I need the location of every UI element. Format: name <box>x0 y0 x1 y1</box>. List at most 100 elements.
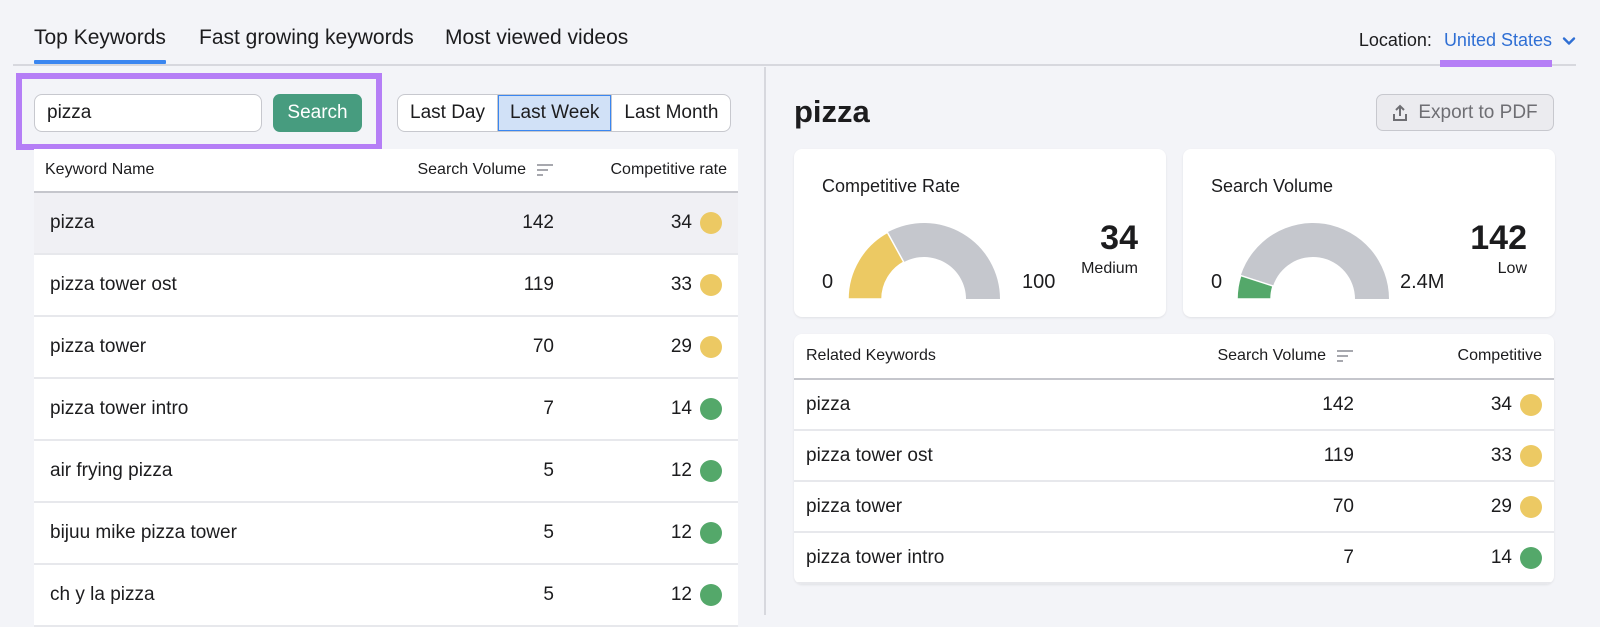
keyword-row[interactable]: pizza tower intro 7 14 <box>34 379 738 441</box>
related-keyword-row[interactable]: pizza tower intro 7 14 <box>794 533 1554 584</box>
keyword-volume: 5 <box>543 460 554 481</box>
competitive-level-dot-icon <box>700 460 722 482</box>
col-search-volume[interactable]: Search Volume <box>1154 347 1354 365</box>
related-keyword-name: pizza <box>806 393 851 415</box>
keyword-volume: 142 <box>522 212 554 233</box>
keyword-competitive: 14 <box>554 398 738 420</box>
keyword-row[interactable]: pizza tower ost 119 33 <box>34 255 738 317</box>
col-keyword-name: Keyword Name <box>45 161 155 178</box>
related-keyword-name: pizza tower ost <box>806 444 933 466</box>
keyword-name: ch y la pizza <box>50 584 155 605</box>
competitive-value: 14 <box>670 398 692 419</box>
related-keyword-row[interactable]: pizza tower 70 29 <box>794 482 1554 533</box>
competitive-value: 34 <box>1490 393 1512 415</box>
card-title: Competitive Rate <box>822 176 961 196</box>
keyword-competitive: 12 <box>554 522 738 544</box>
period-last-month[interactable]: Last Month <box>612 95 730 131</box>
keyword-row[interactable]: air frying pizza 5 12 <box>34 441 738 503</box>
keyword-row[interactable]: pizza tower 70 29 <box>34 317 738 379</box>
sort-icon[interactable] <box>536 163 554 177</box>
panel-divider <box>764 67 766 615</box>
related-keyword-volume: 119 <box>1323 444 1354 466</box>
tab-top-keywords[interactable]: Top Keywords <box>34 26 166 64</box>
competitive-level-dot-icon <box>700 522 722 544</box>
competitive-value: 29 <box>670 336 692 357</box>
col-search-volume[interactable]: Search Volume <box>374 161 554 179</box>
competitive-value: 33 <box>670 274 692 295</box>
location-selector[interactable]: Location: United States <box>1358 30 1576 67</box>
card-title: Search Volume <box>1211 176 1334 196</box>
gauge-min: 0 <box>822 271 834 293</box>
tab-fast-growing-keywords[interactable]: Fast growing keywords <box>199 26 414 50</box>
keyword-row[interactable]: ch y la pizza 5 12 <box>34 565 738 627</box>
chevron-down-icon[interactable] <box>1562 34 1576 48</box>
keyword-volume: 7 <box>543 398 554 419</box>
search-volume-gauge <box>1236 222 1389 299</box>
gauge-value: 34 <box>1100 219 1138 257</box>
period-last-week[interactable]: Last Week <box>497 95 613 131</box>
keyword-volume: 5 <box>543 522 554 543</box>
competitive-level-dot-icon <box>1520 546 1542 569</box>
export-pdf-label: Export to PDF <box>1418 101 1538 123</box>
col-related-keywords: Related Keywords <box>806 347 936 364</box>
keyword-row[interactable]: bijuu mike pizza tower 5 12 <box>34 503 738 565</box>
competitive-level-dot-icon <box>700 274 722 296</box>
sort-icon[interactable] <box>1336 349 1354 363</box>
competitive-level-dot-icon <box>700 336 722 358</box>
gauge-track <box>887 223 1000 299</box>
competitive-level-dot-icon <box>1520 495 1542 518</box>
keyword-search-input[interactable] <box>34 94 262 132</box>
gauge-value: 142 <box>1470 219 1527 257</box>
gauge-min: 0 <box>1211 271 1223 293</box>
competitive-level-dot-icon <box>1520 444 1542 467</box>
keyword-volume: 119 <box>523 274 554 295</box>
related-keyword-volume: 7 <box>1343 546 1354 568</box>
keyword-name: bijuu mike pizza tower <box>50 522 237 543</box>
search-button[interactable]: Search <box>273 94 362 132</box>
competitive-value: 14 <box>1490 546 1512 568</box>
related-keyword-competitive: 14 <box>1354 546 1554 569</box>
competitive-value: 29 <box>1490 495 1512 517</box>
related-keywords-table: Related Keywords Search Volume Competiti… <box>794 334 1554 584</box>
competitive-level-dot-icon <box>1520 393 1542 416</box>
keyword-competitive: 33 <box>554 274 738 296</box>
competitive-value: 34 <box>670 212 692 233</box>
search-volume-card: Search Volume 0 2.4M 142 Low <box>1183 149 1555 317</box>
competitive-rate-card: Competitive Rate 0 100 34 Medium <box>794 149 1166 317</box>
keyword-name: air frying pizza <box>50 460 173 481</box>
period-last-day[interactable]: Last Day <box>398 95 498 131</box>
keyword-name: pizza tower <box>50 336 147 357</box>
location-value[interactable]: United States <box>1439 30 1553 67</box>
related-keyword-row[interactable]: pizza 142 34 <box>794 380 1554 431</box>
competitive-value: 33 <box>1490 444 1512 466</box>
keyword-competitive: 12 <box>554 460 738 482</box>
competitive-value: 12 <box>670 522 692 543</box>
export-pdf-button[interactable]: Export to PDF <box>1376 94 1554 131</box>
keyword-row[interactable]: pizza 142 34 <box>34 193 738 255</box>
keyword-volume: 70 <box>532 336 554 357</box>
col-search-volume-label: Search Volume <box>417 161 526 178</box>
related-keyword-competitive: 29 <box>1354 495 1554 518</box>
related-table-header: Related Keywords Search Volume Competiti… <box>794 334 1554 380</box>
competitive-rate-gauge <box>847 223 1000 299</box>
location-label: Location: <box>1358 30 1432 50</box>
keyword-competitive: 29 <box>554 336 738 358</box>
related-keyword-name: pizza tower intro <box>806 546 945 568</box>
period-selector: Last Day Last Week Last Month <box>397 94 732 132</box>
related-keyword-volume: 70 <box>1332 495 1354 517</box>
tab-most-viewed-videos[interactable]: Most viewed videos <box>445 26 628 50</box>
related-keyword-competitive: 33 <box>1354 444 1554 467</box>
gauge-level: Medium <box>1081 260 1138 277</box>
keyword-competitive: 34 <box>554 212 738 234</box>
related-keyword-row[interactable]: pizza tower ost 119 33 <box>794 431 1554 482</box>
gauge-max: 100 <box>1022 271 1056 293</box>
related-keyword-volume: 142 <box>1322 393 1354 415</box>
col-competitive: Competitive <box>1457 347 1542 364</box>
keyword-name: pizza tower ost <box>50 274 177 295</box>
col-search-volume-label: Search Volume <box>1217 347 1326 364</box>
competitive-value: 12 <box>670 460 692 481</box>
keyword-name: pizza <box>50 212 95 233</box>
detail-title: pizza <box>794 94 870 129</box>
upload-icon <box>1393 104 1408 121</box>
competitive-level-dot-icon <box>700 212 722 234</box>
